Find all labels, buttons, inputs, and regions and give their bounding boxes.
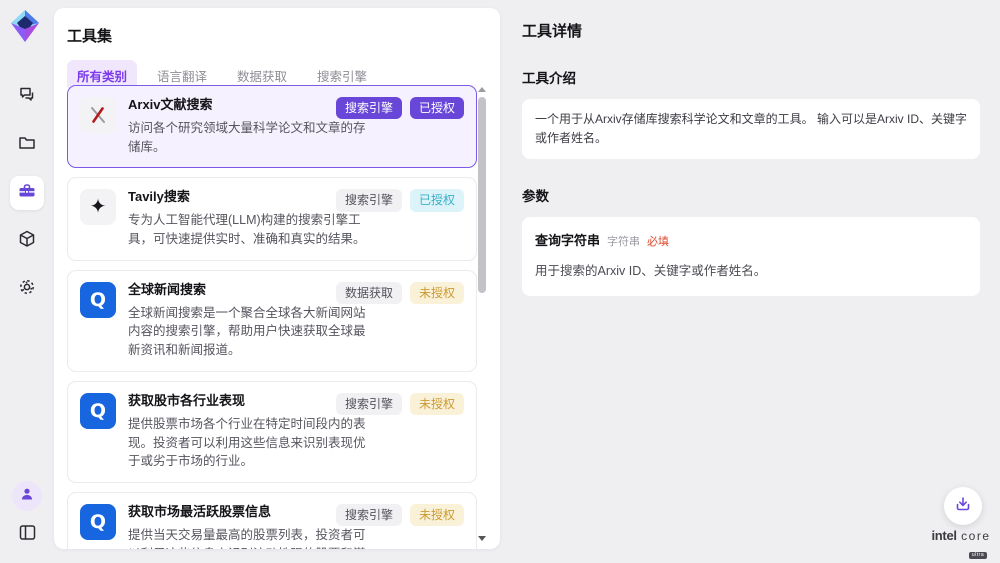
rail-bottom bbox=[0, 481, 54, 549]
left-rail bbox=[0, 0, 54, 563]
params-heading: 参数 bbox=[522, 185, 980, 205]
toolset-panel: 工具集 所有类别 语言翻译 数据获取 搜索引擎 Arxiv文献搜索 访问各个研究… bbox=[54, 8, 500, 549]
tool-description: 访问各个研究领域大量科学论文和文章的存储库。 bbox=[128, 119, 376, 157]
sidebar-item-toolbox[interactable] bbox=[10, 176, 44, 210]
param-type: 字符串 bbox=[607, 234, 640, 252]
auth-status-badge: 未授权 bbox=[410, 504, 464, 526]
auth-status-badge: 已授权 bbox=[410, 189, 464, 211]
param-description: 用于搜索的Arxiv ID、关键字或作者姓名。 bbox=[535, 261, 967, 281]
tool-description: 提供股票市场各个行业在特定时间段内的表现。投资者可以利用这些信息来识别表现优于或… bbox=[128, 415, 376, 471]
details-title: 工具详情 bbox=[522, 20, 980, 41]
arxiv-icon bbox=[80, 97, 116, 133]
person-icon bbox=[19, 486, 35, 507]
tool-list: Arxiv文献搜索 访问各个研究领域大量科学论文和文章的存储库。 搜索引擎 已授… bbox=[67, 85, 477, 549]
param-card: 查询字符串 字符串 必填 用于搜索的Arxiv ID、关键字或作者姓名。 bbox=[522, 217, 980, 296]
cube-icon bbox=[17, 229, 37, 254]
download-button[interactable] bbox=[944, 487, 982, 525]
toolset-title: 工具集 bbox=[67, 25, 112, 46]
tool-description: 全球新闻搜索是一个聚合全球各大新闻网站内容的搜索引擎，帮助用户快速获取全球最新资… bbox=[128, 304, 376, 360]
scroll-up-arrow-icon[interactable] bbox=[478, 87, 486, 92]
sidebar-item-models[interactable] bbox=[10, 224, 44, 258]
category-badge: 搜索引擎 bbox=[336, 393, 402, 415]
tool-card[interactable]: Arxiv文献搜索 访问各个研究领域大量科学论文和文章的存储库。 搜索引擎 已授… bbox=[67, 85, 477, 168]
profile-button[interactable] bbox=[12, 481, 42, 511]
gear-icon bbox=[17, 277, 37, 302]
chat-icon bbox=[17, 85, 37, 110]
param-name: 查询字符串 bbox=[535, 231, 600, 252]
tool-card[interactable]: Q 全球新闻搜索 全球新闻搜索是一个聚合全球各大新闻网站内容的搜索引擎，帮助用户… bbox=[67, 270, 477, 372]
app-logo bbox=[9, 9, 41, 43]
category-badge: 搜索引擎 bbox=[336, 97, 402, 119]
category-badge: 搜索引擎 bbox=[336, 504, 402, 526]
category-badge: 数据获取 bbox=[336, 282, 402, 304]
auth-status-badge: 未授权 bbox=[410, 393, 464, 415]
auth-status-badge: 未授权 bbox=[410, 282, 464, 304]
intel-wordmark: intel bbox=[931, 528, 956, 543]
toolbox-icon bbox=[17, 181, 37, 206]
download-icon bbox=[954, 495, 972, 518]
tavily-icon: ✦ bbox=[80, 189, 116, 225]
tool-details-pane: 工具详情 工具介绍 一个用于从Arxiv存储库搜索科学论文和文章的工具。 输入可… bbox=[500, 0, 1000, 563]
intel-core-logo: intel core ultra bbox=[925, 528, 997, 560]
juhe-icon: Q bbox=[80, 282, 116, 318]
rail-nav bbox=[0, 80, 54, 306]
tool-description: 提供当天交易量最高的股票列表，投资者可以利用这些信息来识别流动性强的股票和潜在的… bbox=[128, 526, 376, 549]
columns-icon bbox=[18, 523, 37, 547]
juhe-icon: Q bbox=[80, 504, 116, 540]
tool-list-scrollbar[interactable] bbox=[477, 85, 487, 549]
tool-description: 专为人工智能代理(LLM)构建的搜索引擎工具，可快速提供实时、准确和真实的结果。 bbox=[128, 211, 376, 249]
folder-icon bbox=[17, 133, 37, 158]
core-wordmark: core bbox=[961, 529, 990, 543]
sidebar-item-chat[interactable] bbox=[10, 80, 44, 114]
tool-card[interactable]: Q 获取股市各行业表现 提供股票市场各个行业在特定时间段内的表现。投资者可以利用… bbox=[67, 381, 477, 483]
ultra-badge: ultra bbox=[969, 552, 987, 559]
juhe-icon: Q bbox=[80, 393, 116, 429]
param-required-flag: 必填 bbox=[647, 234, 669, 252]
panel-toggle-button[interactable] bbox=[13, 521, 41, 549]
sidebar-item-settings[interactable] bbox=[10, 272, 44, 306]
tool-card[interactable]: Q 获取市场最活跃股票信息 提供当天交易量最高的股票列表，投资者可以利用这些信息… bbox=[67, 492, 477, 549]
intro-heading: 工具介绍 bbox=[522, 67, 980, 87]
auth-status-badge: 已授权 bbox=[410, 97, 464, 119]
sidebar-item-folder[interactable] bbox=[10, 128, 44, 162]
scroll-down-arrow-icon[interactable] bbox=[478, 536, 486, 541]
category-badge: 搜索引擎 bbox=[336, 189, 402, 211]
tool-card[interactable]: ✦ Tavily搜索 专为人工智能代理(LLM)构建的搜索引擎工具，可快速提供实… bbox=[67, 177, 477, 260]
scrollbar-thumb[interactable] bbox=[478, 97, 486, 293]
intro-card: 一个用于从Arxiv存储库搜索科学论文和文章的工具。 输入可以是Arxiv ID… bbox=[522, 99, 980, 159]
